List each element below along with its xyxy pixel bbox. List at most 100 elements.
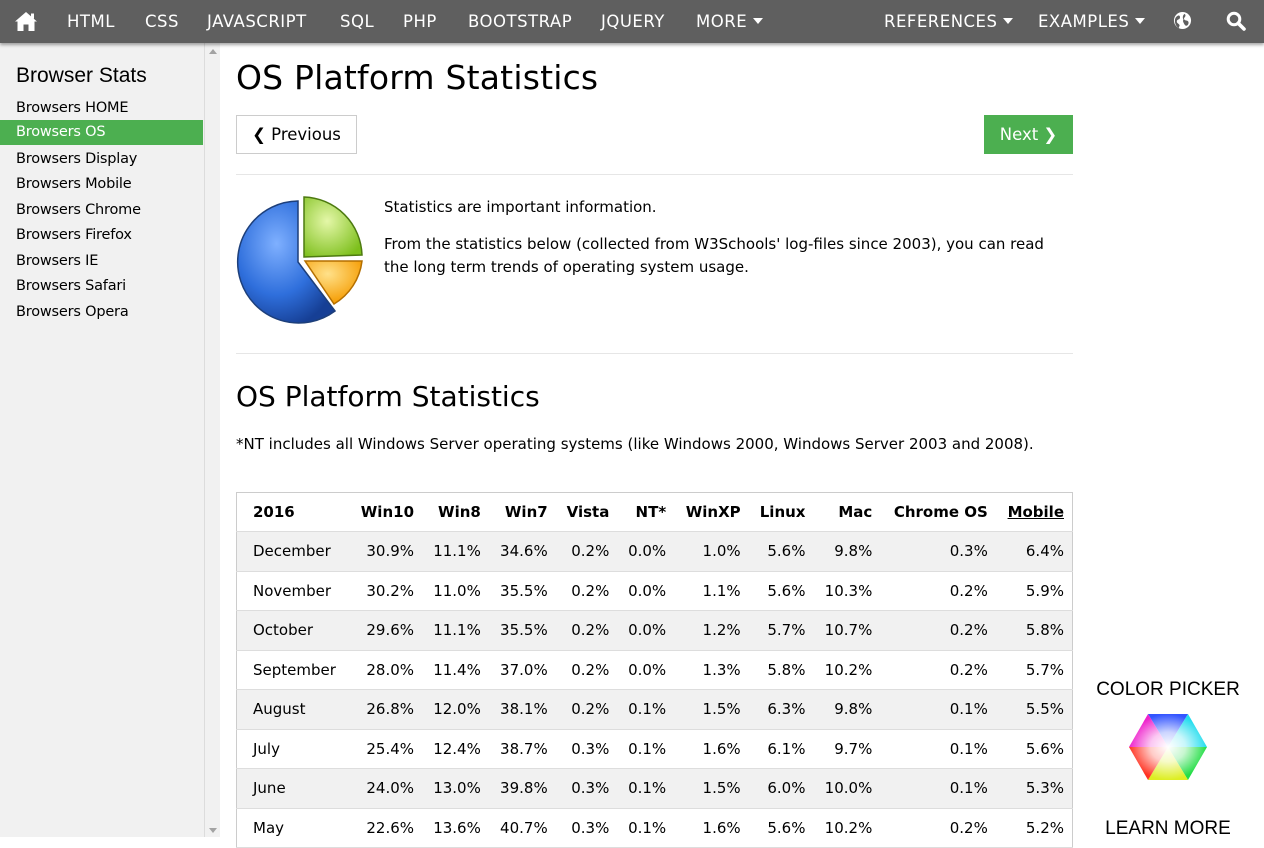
intro-description: From the statistics below (collected fro… (384, 235, 1044, 276)
scroll-up-icon[interactable] (209, 49, 217, 54)
percent-cell: 0.0% (617, 650, 675, 690)
percent-cell: 0.1% (617, 689, 675, 730)
globe-icon[interactable] (1173, 11, 1192, 31)
month-cell: September (236, 650, 350, 690)
percent-cell: 1.3% (674, 650, 749, 690)
percent-cell: 10.7% (813, 610, 881, 651)
header-nt: NT* (617, 492, 675, 532)
sidebar: Browser Stats Browsers HOME Browsers OS … (0, 43, 204, 837)
nav-html[interactable]: HTML (67, 0, 115, 43)
percent-cell: 11.1% (422, 531, 489, 572)
nav-sql[interactable]: SQL (340, 0, 374, 43)
table-body: December 30.9% 11.1% 34.6% 0.2% 0.0% 1.0% 5.6% 9… (236, 531, 1073, 848)
percent-cell: 6.1% (748, 729, 814, 769)
nav-bootstrap[interactable]: BOOTSTRAP (468, 0, 572, 43)
percent-cell: 11.0% (422, 571, 489, 611)
sidebar-item-browsers-opera[interactable]: Browsers Opera (0, 300, 203, 325)
header-mobile-link[interactable]: Mobile (995, 492, 1073, 532)
percent-cell: 12.0% (422, 689, 489, 730)
sidebar-item-browsers-ie[interactable]: Browsers IE (0, 249, 203, 274)
percent-cell: 0.1% (617, 768, 675, 809)
table-row: July 25.4% 12.4% 38.7% 0.3% 0.1% 1.6% 6.1% 9.7% 0… (236, 729, 1073, 769)
percent-cell: 0.1% (880, 689, 996, 730)
percent-cell: 0.0% (617, 571, 675, 611)
percent-cell: 5.6% (995, 729, 1073, 769)
percent-cell: 30.2% (349, 571, 423, 611)
next-button[interactable]: Next ❯ (984, 115, 1073, 154)
percent-cell: 11.4% (422, 650, 489, 690)
percent-cell: 30.9% (349, 531, 423, 572)
table-row: November 30.2% 11.0% 35.5% 0.2% 0.0% 1.1% 5.6% 1… (236, 571, 1073, 611)
percent-cell: 37.0% (488, 650, 556, 690)
percent-cell: 22.6% (349, 808, 423, 848)
os-stats-table: 2016 Win10 Win8 Win7 Vista NT* WinXP Lin… (236, 492, 1073, 848)
scroll-down-icon[interactable] (209, 828, 217, 833)
percent-cell: 6.3% (748, 689, 814, 730)
percent-cell: 0.2% (555, 689, 618, 730)
percent-cell: 1.5% (674, 689, 749, 730)
table-row: September 28.0% 11.4% 37.0% 0.2% 0.0% 1.3% 5.8%… (236, 650, 1073, 690)
percent-cell: 0.2% (880, 650, 996, 690)
header-vista: Vista (555, 492, 618, 532)
nav-php[interactable]: PHP (403, 0, 437, 43)
color-picker-title: COLOR PICKER (1096, 679, 1240, 700)
sidebar-scrollbar[interactable] (204, 43, 220, 837)
percent-cell: 25.4% (349, 729, 423, 769)
percent-cell: 1.6% (674, 729, 749, 769)
previous-button[interactable]: ❮ Previous (236, 115, 357, 154)
percent-cell: 1.5% (674, 768, 749, 809)
table-row: August 26.8% 12.0% 38.1% 0.2% 0.1% 1.5% 6.3% 9.8… (236, 689, 1073, 730)
month-cell: October (236, 610, 350, 651)
percent-cell: 13.0% (422, 768, 489, 809)
chevron-down-icon (753, 18, 764, 24)
intro-text: Statistics are important information. (384, 198, 657, 216)
month-cell: November (236, 571, 350, 611)
nav-examples[interactable]: EXAMPLES (1038, 0, 1146, 43)
percent-cell: 0.1% (880, 768, 996, 809)
percent-cell: 0.1% (617, 808, 675, 848)
percent-cell: 10.3% (813, 571, 881, 611)
percent-cell: 1.2% (674, 610, 749, 651)
sidebar-item-browsers-chrome[interactable]: Browsers Chrome (0, 198, 203, 223)
percent-cell: 0.2% (880, 808, 996, 848)
percent-cell: 0.2% (880, 571, 996, 611)
search-icon[interactable] (1226, 11, 1246, 31)
percent-cell: 0.3% (555, 808, 618, 848)
percent-cell: 5.5% (995, 689, 1073, 730)
sidebar-item-browsers-mobile[interactable]: Browsers Mobile (0, 172, 203, 197)
nav-javascript[interactable]: JAVASCRIPT (207, 0, 307, 43)
percent-cell: 12.4% (422, 729, 489, 769)
sidebar-item-browsers-display[interactable]: Browsers Display (0, 147, 203, 172)
sidebar-item-browsers-firefox[interactable]: Browsers Firefox (0, 223, 203, 248)
percent-cell: 29.6% (349, 610, 423, 651)
nav-css[interactable]: CSS (145, 0, 179, 43)
percent-cell: 10.0% (813, 768, 881, 809)
sidebar-item-browsers-os[interactable]: Browsers OS (0, 120, 203, 145)
month-cell: August (236, 689, 350, 730)
percent-cell: 34.6% (488, 531, 556, 572)
header-year: 2016 (236, 492, 350, 532)
percent-cell: 10.2% (813, 808, 881, 848)
sidebar-item-browsers-home[interactable]: Browsers HOME (0, 96, 203, 121)
percent-cell: 0.2% (555, 610, 618, 651)
header-win8: Win8 (422, 492, 489, 532)
table-header-row: 2016 Win10 Win8 Win7 Vista NT* WinXP Lin… (236, 492, 1073, 532)
percent-cell: 0.3% (880, 531, 996, 572)
percent-cell: 5.6% (748, 808, 814, 848)
pie-chart-icon (234, 194, 366, 330)
percent-cell: 5.8% (995, 610, 1073, 651)
home-icon[interactable] (14, 11, 38, 33)
percent-cell: 5.7% (748, 610, 814, 651)
color-hexagon-icon[interactable] (1128, 712, 1208, 786)
nav-more[interactable]: MORE (696, 0, 764, 43)
nav-jquery[interactable]: JQUERY (601, 0, 665, 43)
header-winxp: WinXP (674, 492, 749, 532)
percent-cell: 0.1% (880, 729, 996, 769)
sidebar-title: Browser Stats (16, 64, 147, 87)
percent-cell: 0.2% (555, 571, 618, 611)
nav-references[interactable]: REFERENCES (884, 0, 1014, 43)
percent-cell: 40.7% (488, 808, 556, 848)
percent-cell: 38.1% (488, 689, 556, 730)
sidebar-item-browsers-safari[interactable]: Browsers Safari (0, 274, 203, 299)
top-navbar: HTML CSS JAVASCRIPT SQL PHP BOOTSTRAP JQ… (0, 0, 1264, 43)
